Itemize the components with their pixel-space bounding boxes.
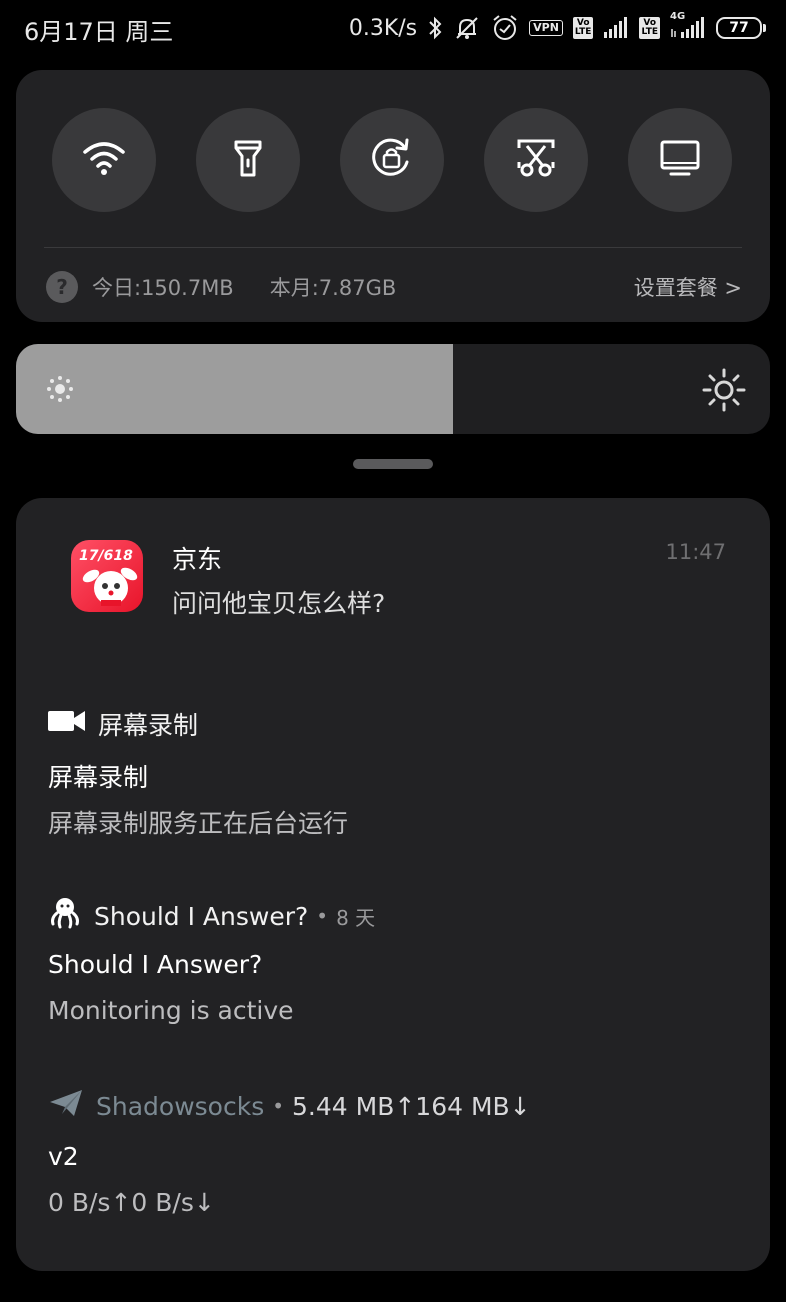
notification-message: 问问他宝贝怎么样? (172, 589, 386, 618)
notification-header: 屏幕录制 (48, 706, 198, 742)
battery-level: 77 (716, 17, 762, 39)
flashlight-toggle[interactable] (196, 108, 300, 212)
vpn-icon: VPN (529, 20, 563, 36)
data-today: 今日:150.7MB (92, 276, 234, 300)
notification-header: Should I Answer? • 8 天 (48, 896, 375, 936)
volte-icon: Vo LTE (572, 17, 594, 39)
notification-title: Should I Answer? (48, 950, 263, 979)
status-datetime: 6月17日 周三 (24, 18, 174, 46)
separator-dot: • (272, 1094, 285, 1118)
notification-body: 0 B/s↑0 B/s↓ (48, 1188, 215, 1217)
quick-settings-panel: ? 今日:150.7MB 本月:7.87GB 设置套餐 > (16, 70, 770, 322)
scissors-icon (515, 138, 557, 182)
paper-plane-icon (48, 1088, 84, 1124)
screenshot-toggle[interactable] (484, 108, 588, 212)
bluetooth-icon (427, 15, 443, 41)
wifi-toggle[interactable] (52, 108, 156, 212)
notifications-card: 17/618 京东 问问他宝贝怎么样? 11:47 屏幕录制 屏幕录制 屏幕录制… (16, 498, 770, 1271)
cast-toggle[interactable] (628, 108, 732, 212)
volte-icon: Vo LTE (639, 17, 660, 39)
data-usage-row: ? 今日:150.7MB 本月:7.87GB 设置套餐 > (46, 270, 742, 304)
notification-app-name: Shadowsocks (96, 1091, 265, 1121)
brightness-high-icon (702, 368, 746, 416)
notification-title: 屏幕录制 (48, 763, 149, 792)
net-speed: 0.3K/s (348, 15, 418, 41)
jd-app-icon: 17/618 (71, 540, 143, 612)
wifi-icon (82, 140, 126, 180)
notification-app-name: Should I Answer? (94, 901, 309, 931)
notification-header: Shadowsocks • 5.44 MB↑164 MB↓ (48, 1088, 531, 1124)
notification-app-name: 京东 (172, 545, 223, 574)
signal-4g-icon: 4G (670, 11, 706, 39)
help-icon[interactable]: ? (46, 271, 78, 303)
brightness-slider[interactable] (16, 344, 770, 434)
alarm-icon (491, 14, 519, 42)
battery-icon: 77 (716, 17, 766, 39)
signal-icon (603, 17, 629, 39)
octopus-icon (48, 896, 82, 936)
notification-body: Monitoring is active (48, 996, 294, 1025)
notification-title: v2 (48, 1142, 79, 1171)
alarm-mute-icon (453, 15, 481, 41)
set-plan-link[interactable]: 设置套餐 > (634, 272, 742, 302)
rotation-lock-toggle[interactable] (340, 108, 444, 212)
brightness-low-icon (44, 373, 76, 409)
screen-icon (659, 139, 701, 181)
traffic-total: 5.44 MB↑164 MB↓ (292, 1091, 531, 1121)
rotation-lock-icon (369, 136, 415, 184)
flashlight-icon (231, 138, 265, 182)
data-month: 本月:7.87GB (269, 276, 397, 300)
notification-app-name: 屏幕录制 (98, 711, 199, 740)
video-camera-icon (48, 709, 86, 739)
panel-drag-handle[interactable] (353, 459, 433, 469)
notification-body: 屏幕录制服务正在后台运行 (48, 809, 349, 838)
notification-time: 11:47 (665, 540, 726, 564)
network-type: 4G (670, 11, 686, 22)
status-bar: 6月17日 周三 0.3K/s VPN Vo LTE Vo LTE 4G 77 (0, 0, 786, 56)
separator-dot: • (316, 904, 329, 928)
brightness-fill (16, 344, 454, 434)
status-icons: 0.3K/s VPN Vo LTE Vo LTE 4G 77 (349, 10, 766, 46)
notification-age: 8 天 (336, 905, 376, 930)
divider (44, 247, 742, 248)
